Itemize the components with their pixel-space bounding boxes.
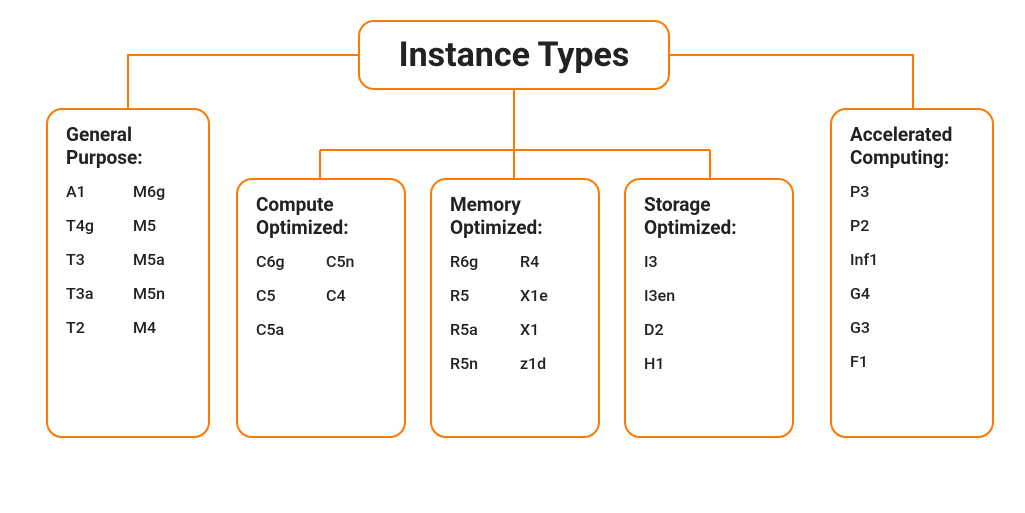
category-items: I3 I3en D2 H1: [644, 254, 774, 372]
item-label: I3: [644, 254, 774, 270]
item-label: C5n: [326, 254, 386, 270]
root-node: Instance Types: [358, 20, 670, 90]
category-title: Storage Optimized:: [644, 194, 774, 240]
category-items: A1 M6g T4g M5 T3 M5a T3a M5n T2 M4: [66, 184, 190, 336]
category-general: General Purpose: A1 M6g T4g M5 T3 M5a T3…: [46, 108, 210, 438]
item-label: R6g: [450, 254, 510, 270]
item-label: T3a: [66, 286, 123, 302]
item-label: I3en: [644, 288, 774, 304]
item-label: A1: [66, 184, 123, 200]
category-compute: Compute Optimized: C6g C5n C5 C4 C5a: [236, 178, 406, 438]
item-label: M6g: [133, 184, 190, 200]
category-items: R6g R4 R5 X1e R5a X1 R5n z1d: [450, 254, 580, 372]
item-label: C5: [256, 288, 316, 304]
item-label: R5a: [450, 322, 510, 338]
item-label: C6g: [256, 254, 316, 270]
item-label: Inf1: [850, 252, 974, 268]
root-title: Instance Types: [399, 35, 630, 75]
item-label: G4: [850, 286, 974, 302]
item-label: T4g: [66, 218, 123, 234]
category-title: General Purpose:: [66, 124, 190, 170]
item-label: M5a: [133, 252, 190, 268]
item-label: M4: [133, 320, 190, 336]
category-storage: Storage Optimized: I3 I3en D2 H1: [624, 178, 794, 438]
category-accelerated: Accelerated Computing: P3 P2 Inf1 G4 G3 …: [830, 108, 994, 438]
category-title: Memory Optimized:: [450, 194, 580, 240]
item-label: z1d: [520, 356, 580, 372]
item-label: R5n: [450, 356, 510, 372]
item-label: X1e: [520, 288, 580, 304]
item-label: P2: [850, 218, 974, 234]
item-label: P3: [850, 184, 974, 200]
item-label: R5: [450, 288, 510, 304]
item-label: T2: [66, 320, 123, 336]
diagram-canvas: Instance Types General Purpose: A1 M6g T…: [0, 0, 1025, 513]
item-label: [326, 322, 386, 338]
item-label: C4: [326, 288, 386, 304]
item-label: R4: [520, 254, 580, 270]
item-label: M5n: [133, 286, 190, 302]
item-label: G3: [850, 320, 974, 336]
category-items: C6g C5n C5 C4 C5a: [256, 254, 386, 338]
category-memory: Memory Optimized: R6g R4 R5 X1e R5a X1 R…: [430, 178, 600, 438]
item-label: M5: [133, 218, 190, 234]
item-label: C5a: [256, 322, 316, 338]
item-label: D2: [644, 322, 774, 338]
item-label: F1: [850, 354, 974, 370]
item-label: X1: [520, 322, 580, 338]
item-label: H1: [644, 356, 774, 372]
item-label: T3: [66, 252, 123, 268]
category-title: Compute Optimized:: [256, 194, 386, 240]
category-items: P3 P2 Inf1 G4 G3 F1: [850, 184, 974, 370]
category-title: Accelerated Computing:: [850, 124, 974, 170]
